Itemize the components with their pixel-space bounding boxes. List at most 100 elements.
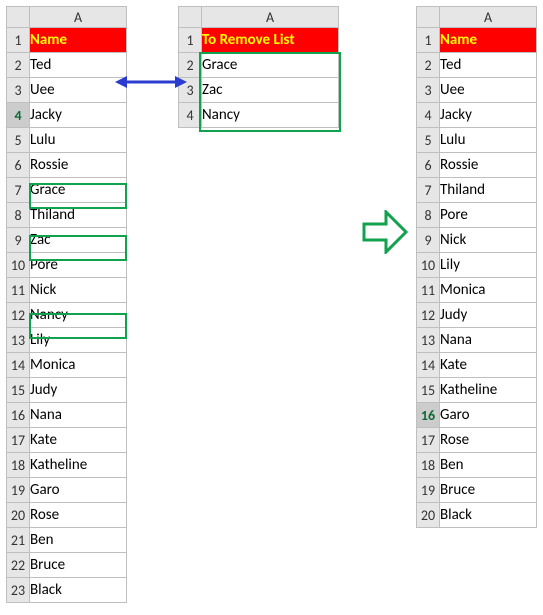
row-header[interactable]: 12	[417, 303, 440, 328]
row-header[interactable]: 21	[7, 528, 30, 553]
row-header[interactable]: 5	[7, 128, 30, 153]
row-header[interactable]: 22	[7, 553, 30, 578]
row-header[interactable]: 19	[417, 478, 440, 503]
row-header[interactable]: 20	[417, 503, 440, 528]
left-table: A 1 Name 2Ted3Uee4Jacky5Lulu6Rossie7Grac…	[6, 6, 127, 603]
data-cell[interactable]: Black	[30, 578, 127, 603]
row-header[interactable]: 6	[7, 153, 30, 178]
row-header[interactable]: 15	[7, 378, 30, 403]
row-header[interactable]: 4	[7, 103, 30, 128]
remove-table: A 1 To Remove List 2Grace3Zac4Nancy	[178, 6, 339, 128]
data-cell[interactable]: Garo	[440, 403, 537, 428]
data-cell[interactable]: Lulu	[30, 128, 127, 153]
header-cell[interactable]: Name	[30, 28, 127, 53]
data-cell[interactable]: Katheline	[440, 378, 537, 403]
data-cell[interactable]: Uee	[30, 78, 127, 103]
header-cell[interactable]: Name	[440, 28, 537, 53]
data-cell[interactable]: Uee	[440, 78, 537, 103]
data-cell[interactable]: Nancy	[202, 103, 339, 128]
data-cell[interactable]: Bruce	[30, 553, 127, 578]
data-cell[interactable]: Rose	[440, 428, 537, 453]
row-header[interactable]: 6	[417, 153, 440, 178]
data-cell[interactable]: Black	[440, 503, 537, 528]
data-cell[interactable]: Rossie	[440, 153, 537, 178]
row-header[interactable]: 8	[417, 203, 440, 228]
data-cell[interactable]: Grace	[202, 53, 339, 78]
data-cell[interactable]: Jacky	[440, 103, 537, 128]
data-cell[interactable]: Nancy	[30, 303, 127, 328]
data-cell[interactable]: Rose	[30, 503, 127, 528]
data-cell[interactable]: Ben	[440, 453, 537, 478]
data-cell[interactable]: Zac	[202, 78, 339, 103]
row-header[interactable]: 13	[7, 328, 30, 353]
data-cell[interactable]: Ted	[440, 53, 537, 78]
row-header[interactable]: 7	[417, 178, 440, 203]
data-cell[interactable]: Bruce	[440, 478, 537, 503]
data-cell[interactable]: Kate	[440, 353, 537, 378]
data-cell[interactable]: Nick	[440, 228, 537, 253]
row-header[interactable]: 11	[7, 278, 30, 303]
data-cell[interactable]: Lily	[30, 328, 127, 353]
row-header[interactable]: 14	[417, 353, 440, 378]
row-header[interactable]: 20	[7, 503, 30, 528]
row-header[interactable]: 10	[7, 253, 30, 278]
row-header[interactable]: 9	[7, 228, 30, 253]
row-header[interactable]: 1	[417, 28, 440, 53]
row-header[interactable]: 18	[7, 453, 30, 478]
data-cell[interactable]: Rossie	[30, 153, 127, 178]
data-cell[interactable]: Jacky	[30, 103, 127, 128]
data-cell[interactable]: Pore	[30, 253, 127, 278]
row-header[interactable]: 5	[417, 128, 440, 153]
data-cell[interactable]: Nana	[440, 328, 537, 353]
row-header[interactable]: 3	[7, 78, 30, 103]
right-table: A 1 Name 2Ted3Uee4Jacky5Lulu6Rossie7Thil…	[416, 6, 537, 528]
row-header[interactable]: 23	[7, 578, 30, 603]
row-header[interactable]: 3	[417, 78, 440, 103]
data-cell[interactable]: Monica	[440, 278, 537, 303]
data-cell[interactable]: Nick	[30, 278, 127, 303]
data-cell[interactable]: Katheline	[30, 453, 127, 478]
row-header[interactable]: 1	[179, 28, 202, 53]
row-header[interactable]: 17	[417, 428, 440, 453]
row-header[interactable]: 16	[7, 403, 30, 428]
data-cell[interactable]: Judy	[440, 303, 537, 328]
data-cell[interactable]: Pore	[440, 203, 537, 228]
col-header[interactable]: A	[440, 7, 537, 28]
data-cell[interactable]: Ben	[30, 528, 127, 553]
row-header[interactable]: 9	[417, 228, 440, 253]
data-cell[interactable]: Zac	[30, 228, 127, 253]
data-cell[interactable]: Nana	[30, 403, 127, 428]
col-header[interactable]: A	[202, 7, 339, 28]
row-header[interactable]: 19	[7, 478, 30, 503]
data-cell[interactable]: Monica	[30, 353, 127, 378]
row-header[interactable]: 7	[7, 178, 30, 203]
row-header[interactable]: 12	[7, 303, 30, 328]
row-header[interactable]: 18	[417, 453, 440, 478]
data-cell[interactable]: Thiland	[440, 178, 537, 203]
row-header[interactable]: 4	[417, 103, 440, 128]
data-cell[interactable]: Kate	[30, 428, 127, 453]
row-header[interactable]: 10	[417, 253, 440, 278]
header-cell[interactable]: To Remove List	[202, 28, 339, 53]
row-header[interactable]: 2	[179, 53, 202, 78]
row-header[interactable]: 8	[7, 203, 30, 228]
row-header[interactable]: 16	[417, 403, 440, 428]
data-cell[interactable]: Grace	[30, 178, 127, 203]
row-header[interactable]: 17	[7, 428, 30, 453]
data-cell[interactable]: Thiland	[30, 203, 127, 228]
row-header[interactable]: 14	[7, 353, 30, 378]
row-header[interactable]: 15	[417, 378, 440, 403]
data-cell[interactable]: Lily	[440, 253, 537, 278]
row-header[interactable]: 2	[7, 53, 30, 78]
row-header[interactable]: 3	[179, 78, 202, 103]
row-header[interactable]: 1	[7, 28, 30, 53]
data-cell[interactable]: Garo	[30, 478, 127, 503]
row-header[interactable]: 13	[417, 328, 440, 353]
data-cell[interactable]: Ted	[30, 53, 127, 78]
data-cell[interactable]: Lulu	[440, 128, 537, 153]
row-header[interactable]: 4	[179, 103, 202, 128]
row-header[interactable]: 11	[417, 278, 440, 303]
col-header[interactable]: A	[30, 7, 127, 28]
row-header[interactable]: 2	[417, 53, 440, 78]
data-cell[interactable]: Judy	[30, 378, 127, 403]
